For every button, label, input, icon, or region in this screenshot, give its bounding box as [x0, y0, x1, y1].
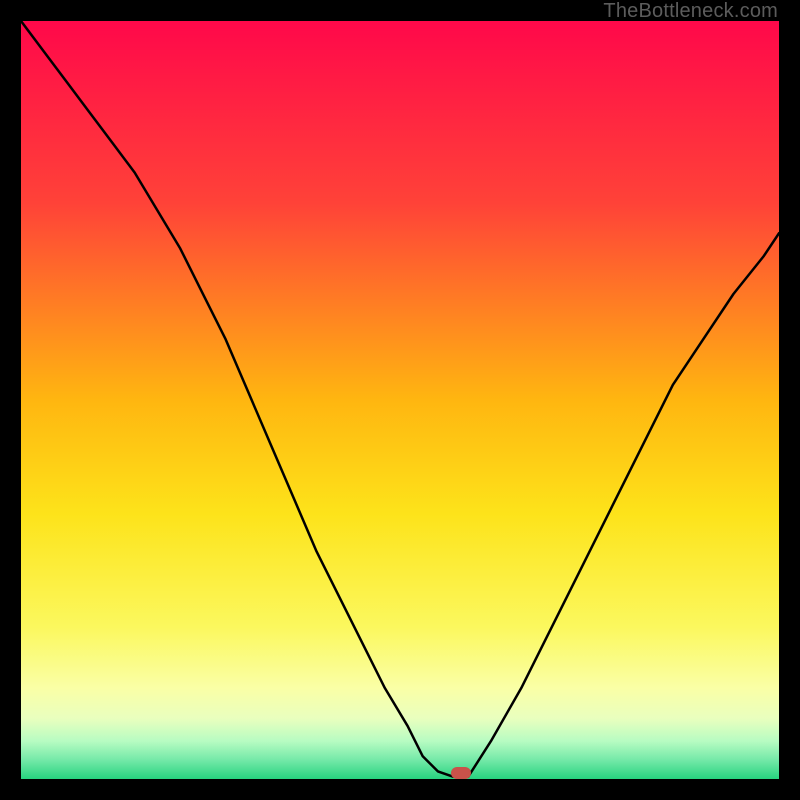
- plot-area: [21, 21, 779, 779]
- optimum-marker: [451, 767, 471, 779]
- bottleneck-curve: [21, 21, 779, 779]
- watermark-text: TheBottleneck.com: [603, 0, 778, 23]
- chart-frame: TheBottleneck.com: [0, 0, 800, 800]
